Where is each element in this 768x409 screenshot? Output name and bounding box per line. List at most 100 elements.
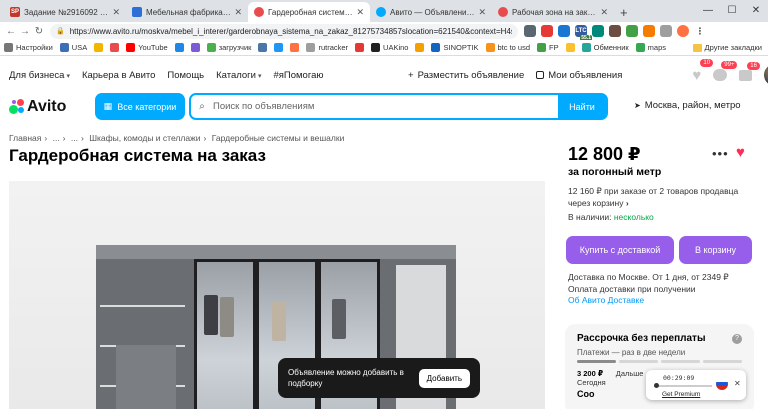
reload-icon[interactable]: ↻ xyxy=(32,26,46,37)
bookmark[interactable] xyxy=(415,43,425,52)
close-icon[interactable]: ✕ xyxy=(600,7,608,18)
post-ad-link[interactable]: + Разместить объявление xyxy=(408,70,524,81)
ya-pomogayu-link[interactable]: #яПомогаю xyxy=(273,70,323,81)
bookmark[interactable] xyxy=(274,43,284,52)
record-icon[interactable] xyxy=(654,383,659,388)
profile-icon[interactable] xyxy=(677,25,689,37)
bookmark[interactable]: btc to usd xyxy=(485,43,531,52)
ltc-extension-icon[interactable]: LTC 55.1 xyxy=(575,25,592,41)
extension-icon[interactable] xyxy=(541,25,553,37)
bookmark-icon xyxy=(415,43,425,52)
bookmark[interactable]: rutracker xyxy=(306,43,348,52)
messages-button[interactable]: 99+ xyxy=(713,61,738,81)
tab-title: Авито — Объявления на сайт... xyxy=(390,7,475,17)
search-box: ⌕ Найти xyxy=(189,93,608,120)
maximize-icon[interactable]: ☐ xyxy=(720,5,744,16)
back-icon[interactable]: ← xyxy=(4,26,18,37)
help-link[interactable]: Помощь xyxy=(167,70,204,81)
bookmark[interactable]: UAKino xyxy=(371,43,408,52)
bookmark[interactable]: maps xyxy=(635,43,666,52)
cart-button[interactable]: 16 xyxy=(739,61,760,81)
breadcrumb-item[interactable]: ... xyxy=(53,133,60,143)
close-icon[interactable]: ✕ xyxy=(478,7,486,18)
bookmark[interactable]: загрузчик xyxy=(206,43,251,52)
bulk-price-text: 12 160 ₽ при заказе от 2 товаров продавц… xyxy=(568,186,739,208)
forward-icon[interactable]: → xyxy=(18,26,32,37)
breadcrumb-item[interactable]: Главная xyxy=(9,133,41,143)
extension-icon[interactable] xyxy=(592,25,604,37)
close-icon[interactable]: ✕ xyxy=(356,7,364,18)
bookmark[interactable] xyxy=(565,43,575,52)
bookmark[interactable] xyxy=(258,43,268,52)
career-link[interactable]: Карьера в Авито xyxy=(82,70,155,81)
business-label: Для бизнеса xyxy=(9,69,65,81)
extension-icon[interactable] xyxy=(558,25,570,37)
browser-tab[interactable]: Рабочая зона на заказ купит... ✕ xyxy=(492,2,614,22)
buy-with-delivery-button[interactable]: Купить с доставкой xyxy=(566,236,674,264)
more-icon[interactable]: ••• xyxy=(712,146,729,161)
extension-icon[interactable] xyxy=(626,25,638,37)
bookmark[interactable] xyxy=(355,43,365,52)
vk-icon xyxy=(258,43,268,52)
bookmark[interactable]: SINOPTIK xyxy=(431,43,479,52)
bookmark[interactable] xyxy=(290,43,300,52)
my-ads-link[interactable]: Мои объявления xyxy=(536,70,622,81)
url-field[interactable]: 🔒 https://www.avito.ru/moskva/mebel_i_in… xyxy=(50,23,518,39)
breadcrumb-item[interactable]: ... xyxy=(71,133,78,143)
bookmark[interactable]: USA xyxy=(59,43,88,52)
get-premium-link[interactable]: Get Premium xyxy=(662,391,700,398)
location-selector[interactable]: ➤ Москва, район, метро xyxy=(634,100,741,111)
plus-icon: + xyxy=(408,69,414,81)
bookmark[interactable]: Настройки xyxy=(4,43,53,52)
add-to-cart-button[interactable]: В корзину xyxy=(679,236,752,264)
add-to-collection-button[interactable]: Добавить xyxy=(418,369,470,388)
delivery-line: Оплата доставки при получении xyxy=(568,284,696,294)
minimize-icon[interactable]: — xyxy=(696,5,720,16)
favorite-heart-icon[interactable]: ♥ xyxy=(736,144,745,161)
browser-tab[interactable]: Мебельная фабрика Комфор... ✕ xyxy=(126,2,248,22)
close-icon[interactable]: ✕ xyxy=(234,7,242,18)
avito-delivery-link[interactable]: Об Авито Доставке xyxy=(568,295,644,305)
search-input[interactable] xyxy=(213,96,606,117)
browser-tab-active[interactable]: Гардеробная система на заказ ✕ xyxy=(248,2,370,22)
business-link[interactable]: Для бизнеса ▾ xyxy=(9,70,70,81)
question-icon[interactable]: ? xyxy=(732,334,742,344)
other-bookmarks[interactable]: Другие закладки xyxy=(692,43,762,52)
breadcrumb-item[interactable]: Шкафы, комоды и стеллажи xyxy=(89,133,200,143)
exchange-icon xyxy=(581,43,591,52)
installment-label: Дальше xyxy=(615,369,644,378)
extension-icon[interactable] xyxy=(643,25,655,37)
catalogs-link[interactable]: Каталоги ▾ xyxy=(216,70,261,81)
breadcrumb-item[interactable]: Гардеробные системы и вешалки xyxy=(212,133,345,143)
bookmark[interactable] xyxy=(94,43,104,52)
bookmark[interactable] xyxy=(110,43,120,52)
tab-title: Мебельная фабрика Комфор... xyxy=(146,7,231,17)
extension-icon[interactable] xyxy=(524,25,536,37)
extensions-puzzle-icon[interactable] xyxy=(660,25,672,37)
new-tab-button[interactable]: + xyxy=(620,2,628,22)
browser-tab[interactable]: SP Задание №2916092 - просмо... ✕ xyxy=(4,2,126,22)
chevron-right-icon[interactable]: › xyxy=(626,198,629,208)
close-icon[interactable]: ✕ xyxy=(112,7,120,18)
avito-logo[interactable]: Avito xyxy=(9,98,66,116)
menu-icon[interactable]: ⋮ xyxy=(694,25,706,37)
bookmark-label: btc to usd xyxy=(497,43,531,52)
bookmark-icon xyxy=(190,43,200,52)
favorites-button[interactable]: ♥ 10 xyxy=(692,58,714,84)
all-categories-button[interactable]: ▦ Все категории xyxy=(95,93,185,120)
avatar[interactable] xyxy=(764,64,768,86)
language-flag-icon[interactable] xyxy=(716,378,728,390)
extension-icon[interactable] xyxy=(609,25,621,37)
lock-icon[interactable]: 🔒 xyxy=(56,27,65,35)
close-window-icon[interactable]: ✕ xyxy=(744,5,768,16)
browser-tab[interactable]: Авито — Объявления на сайт... ✕ xyxy=(370,2,492,22)
installment-progress xyxy=(577,360,742,363)
bookmark[interactable] xyxy=(190,43,200,52)
bookmark-label: USA xyxy=(71,43,88,52)
bookmark[interactable]: Обменник xyxy=(581,43,629,52)
find-button[interactable]: Найти xyxy=(558,93,606,120)
bookmark[interactable]: FP xyxy=(537,43,559,52)
close-icon[interactable]: ✕ xyxy=(734,379,741,388)
bookmark[interactable] xyxy=(174,43,184,52)
bookmark[interactable]: YouTube xyxy=(126,43,168,52)
